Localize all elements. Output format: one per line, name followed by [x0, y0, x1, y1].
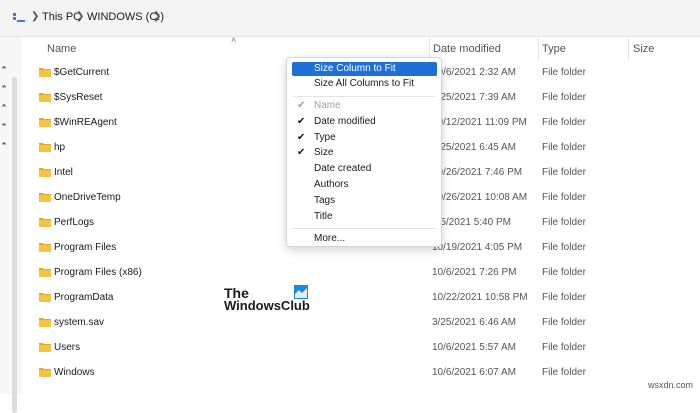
folder-icon [39, 118, 51, 127]
folder-icon [39, 343, 51, 352]
file-type: File folder [542, 67, 586, 78]
menu-item-column-name: ✔ Name [297, 100, 341, 111]
file-date-modified: 10/12/2021 11:09 PM [432, 117, 527, 128]
column-divider[interactable] [628, 38, 629, 60]
checkmark-icon: ✔ [297, 100, 306, 111]
file-name: ProgramData [54, 292, 114, 303]
file-type: File folder [542, 217, 586, 228]
folder-icon [39, 243, 51, 252]
file-date-modified: 3/25/2021 6:45 AM [432, 142, 516, 153]
column-header-date-modified[interactable]: Date modified [433, 38, 501, 60]
file-type: File folder [542, 92, 586, 103]
chevron-right-icon: ❯ [76, 11, 85, 22]
menu-item-column-date-modified[interactable]: ✔ Date modified [292, 115, 437, 129]
menu-item-column-tags[interactable]: Tags [292, 194, 437, 208]
folder-icon [39, 193, 51, 202]
file-date-modified: 10/22/2021 10:58 PM [432, 292, 528, 303]
menu-item-column-title[interactable]: Title [292, 210, 437, 224]
pin-icon[interactable] [0, 65, 7, 72]
file-type: File folder [542, 142, 586, 153]
folder-icon [39, 218, 51, 227]
checkmark-icon: ✔ [297, 131, 306, 143]
folder-icon [39, 168, 51, 177]
file-date-modified: 10/26/2021 7:46 PM [432, 167, 523, 178]
file-name: Windows [54, 367, 95, 378]
file-type: File folder [542, 242, 586, 253]
file-type: File folder [542, 192, 586, 203]
file-date-modified: 3/25/2021 6:46 AM [432, 317, 516, 328]
file-name: PerfLogs [54, 217, 95, 228]
file-date-modified: 10/26/2021 10:08 AM [432, 192, 528, 203]
folder-icon [39, 368, 51, 377]
breadcrumb: ❯ This PC ❯ WINDOWS (C:) ❯ [0, 0, 700, 37]
file-name: system.sav [54, 317, 105, 328]
chevron-right-icon: ❯ [31, 11, 40, 22]
menu-separator [293, 96, 435, 97]
sort-ascending-icon: ˄ [231, 35, 237, 45]
column-context-menu: Size Column to Fit Size All Columns to F… [286, 57, 442, 247]
navigation-pane-edge [0, 37, 22, 413]
file-name: OneDriveTemp [54, 192, 121, 203]
file-date-modified: 10/6/2021 6:07 AM [432, 367, 516, 378]
file-type: File folder [542, 292, 586, 303]
folder-icon [39, 318, 51, 327]
file-name: Intel [54, 167, 73, 178]
scrollbar[interactable] [12, 77, 17, 413]
file-type: File folder [542, 167, 586, 178]
file-date-modified: 3/25/2021 7:39 AM [432, 92, 516, 103]
file-name: hp [54, 142, 66, 153]
menu-separator [293, 228, 435, 229]
table-row[interactable]: ProgramData 10/22/2021 10:58 PM File folde… [22, 287, 700, 312]
file-date-modified: 10/6/2021 5:57 AM [432, 342, 516, 353]
file-name: Users [54, 342, 81, 353]
file-type: File folder [542, 317, 586, 328]
table-row[interactable]: system.sav 3/25/2021 6:46 AM File folder [22, 312, 700, 337]
file-name: $WinREAgent [54, 117, 117, 128]
pin-icon[interactable] [0, 122, 7, 129]
chevron-right-icon[interactable]: ❯ [153, 11, 161, 22]
menu-item-column-authors[interactable]: Authors [292, 178, 437, 192]
table-row[interactable]: Program Files (x86) 10/6/2021 7:26 PM File… [22, 262, 700, 287]
menu-item-column-size[interactable]: ✔ Size [292, 146, 437, 160]
file-date-modified: 10/6/2021 7:26 PM [432, 267, 517, 278]
watermark-logo-line2: WindowsClub [224, 298, 310, 313]
pin-icon[interactable] [0, 103, 7, 110]
table-row[interactable]: Windows 10/6/2021 6:07 AM File folder [22, 362, 700, 387]
file-date-modified: 10/19/2021 4:05 PM [432, 242, 523, 253]
file-type: File folder [542, 367, 586, 378]
folder-icon [39, 268, 51, 277]
computer-icon[interactable] [13, 12, 25, 24]
file-type: File folder [542, 342, 586, 353]
column-header-name[interactable]: Name [47, 38, 76, 60]
menu-item-size-column-to-fit[interactable]: Size Column to Fit [292, 62, 437, 76]
file-name: Program Files [54, 242, 117, 253]
menu-item-column-date-created[interactable]: Date created [292, 162, 437, 176]
column-divider[interactable] [538, 38, 539, 60]
menu-item-size-all-columns[interactable]: Size All Columns to Fit [292, 77, 437, 91]
file-name: $SysReset [54, 92, 103, 103]
file-name: $GetCurrent [54, 67, 110, 78]
menu-item-more[interactable]: More... [292, 232, 437, 246]
file-date-modified: 10/6/2021 2:32 AM [432, 67, 516, 78]
checkmark-icon: ✔ [297, 115, 306, 127]
folder-icon [39, 143, 51, 152]
folder-icon [39, 293, 51, 302]
file-type: File folder [542, 117, 586, 128]
file-name: Program Files (x86) [54, 267, 142, 278]
file-type: File folder [542, 267, 586, 278]
table-row[interactable]: Users 10/6/2021 5:57 AM File folder [22, 337, 700, 362]
site-watermark: wsxdn.com [648, 380, 694, 390]
windows-logo-icon [294, 285, 308, 299]
menu-item-column-type[interactable]: ✔ Type [292, 131, 437, 145]
column-header-size[interactable]: Size [633, 38, 654, 60]
folder-icon [39, 68, 51, 77]
folder-icon [39, 93, 51, 102]
pin-icon[interactable] [0, 84, 7, 91]
column-header-type[interactable]: Type [542, 38, 566, 60]
file-date-modified: 6/5/2021 5:40 PM [432, 217, 511, 228]
checkmark-icon: ✔ [297, 147, 306, 159]
pin-icon[interactable] [0, 141, 7, 148]
